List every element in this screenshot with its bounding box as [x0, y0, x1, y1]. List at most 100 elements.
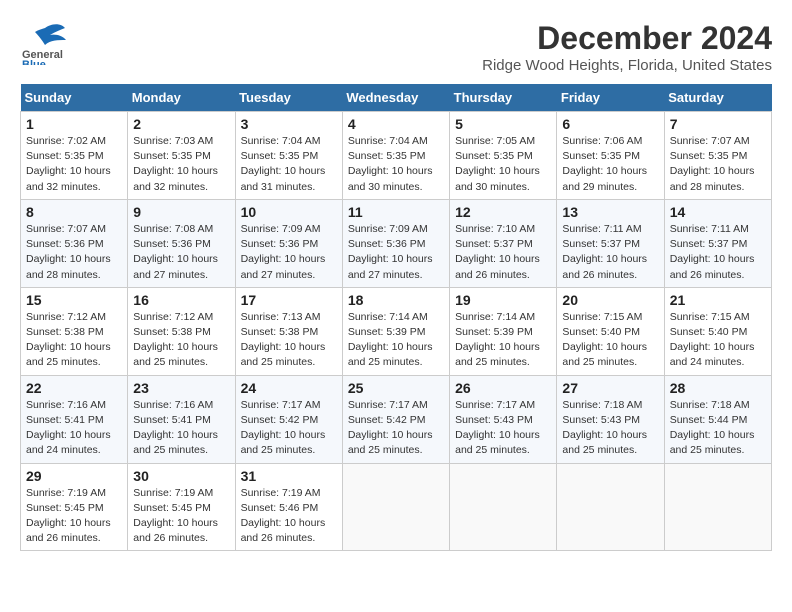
calendar-cell: 24 Sunrise: 7:17 AM Sunset: 5:42 PM Dayli… — [235, 375, 342, 463]
calendar-cell — [450, 463, 557, 551]
calendar-cell: 11 Sunrise: 7:09 AM Sunset: 5:36 PM Dayli… — [342, 199, 449, 287]
day-info: Sunrise: 7:17 AM Sunset: 5:42 PM Dayligh… — [348, 398, 444, 459]
location-subtitle: Ridge Wood Heights, Florida, United Stat… — [482, 57, 772, 74]
calendar-week-row: 1 Sunrise: 7:02 AM Sunset: 5:35 PM Daylig… — [21, 112, 772, 200]
calendar-cell: 2 Sunrise: 7:03 AM Sunset: 5:35 PM Daylig… — [128, 112, 235, 200]
calendar-week-row: 15 Sunrise: 7:12 AM Sunset: 5:38 PM Dayli… — [21, 287, 772, 375]
day-number: 20 — [562, 292, 658, 308]
day-info: Sunrise: 7:09 AM Sunset: 5:36 PM Dayligh… — [241, 222, 337, 283]
calendar-cell: 17 Sunrise: 7:13 AM Sunset: 5:38 PM Dayli… — [235, 287, 342, 375]
day-info: Sunrise: 7:18 AM Sunset: 5:44 PM Dayligh… — [670, 398, 766, 459]
day-number: 24 — [241, 380, 337, 396]
calendar-cell: 30 Sunrise: 7:19 AM Sunset: 5:45 PM Dayli… — [128, 463, 235, 551]
day-info: Sunrise: 7:09 AM Sunset: 5:36 PM Dayligh… — [348, 222, 444, 283]
calendar-cell: 5Sunrise: 7:05 AM Sunset: 5:35 PM Daylig… — [450, 112, 557, 200]
day-number: 4 — [348, 116, 444, 132]
calendar-cell — [557, 463, 664, 551]
day-info: Sunrise: 7:13 AM Sunset: 5:38 PM Dayligh… — [241, 310, 337, 371]
title-section: December 2024 Ridge Wood Heights, Florid… — [482, 20, 772, 74]
day-number: 16 — [133, 292, 229, 308]
calendar-cell: 3Sunrise: 7:04 AM Sunset: 5:35 PM Daylig… — [235, 112, 342, 200]
calendar-cell: 26Sunrise: 7:17 AM Sunset: 5:43 PM Dayli… — [450, 375, 557, 463]
day-info: Sunrise: 7:11 AM Sunset: 5:37 PM Dayligh… — [670, 222, 766, 283]
day-info: Sunrise: 7:04 AM Sunset: 5:35 PM Dayligh… — [348, 134, 444, 195]
day-info: Sunrise: 7:07 AM Sunset: 5:36 PM Dayligh… — [26, 222, 122, 283]
day-number: 29 — [26, 468, 122, 484]
calendar-cell: 25 Sunrise: 7:17 AM Sunset: 5:42 PM Dayli… — [342, 375, 449, 463]
day-info: Sunrise: 7:08 AM Sunset: 5:36 PM Dayligh… — [133, 222, 229, 283]
calendar-cell — [664, 463, 771, 551]
weekday-header-tuesday: Tuesday — [235, 84, 342, 112]
day-number: 1 — [26, 116, 122, 132]
day-info: Sunrise: 7:12 AM Sunset: 5:38 PM Dayligh… — [133, 310, 229, 371]
day-number: 27 — [562, 380, 658, 396]
calendar-cell: 13 Sunrise: 7:11 AM Sunset: 5:37 PM Dayli… — [557, 199, 664, 287]
day-info: Sunrise: 7:02 AM Sunset: 5:35 PM Dayligh… — [26, 134, 122, 195]
day-number: 28 — [670, 380, 766, 396]
calendar-cell: 19Sunrise: 7:14 AM Sunset: 5:39 PM Dayli… — [450, 287, 557, 375]
calendar-week-row: 29 Sunrise: 7:19 AM Sunset: 5:45 PM Dayli… — [21, 463, 772, 551]
day-info: Sunrise: 7:04 AM Sunset: 5:35 PM Dayligh… — [241, 134, 337, 195]
day-number: 11 — [348, 204, 444, 220]
day-info: Sunrise: 7:10 AM Sunset: 5:37 PM Dayligh… — [455, 222, 551, 283]
day-number: 7 — [670, 116, 766, 132]
day-info: Sunrise: 7:11 AM Sunset: 5:37 PM Dayligh… — [562, 222, 658, 283]
calendar-cell: 8 Sunrise: 7:07 AM Sunset: 5:36 PM Daylig… — [21, 199, 128, 287]
day-number: 6 — [562, 116, 658, 132]
calendar-cell: 12 Sunrise: 7:10 AM Sunset: 5:37 PM Dayli… — [450, 199, 557, 287]
day-info: Sunrise: 7:06 AM Sunset: 5:35 PM Dayligh… — [562, 134, 658, 195]
day-info: Sunrise: 7:19 AM Sunset: 5:45 PM Dayligh… — [133, 486, 229, 547]
logo: General Blue — [20, 20, 70, 70]
day-number: 15 — [26, 292, 122, 308]
day-info: Sunrise: 7:15 AM Sunset: 5:40 PM Dayligh… — [562, 310, 658, 371]
day-info: Sunrise: 7:15 AM Sunset: 5:40 PM Dayligh… — [670, 310, 766, 371]
calendar-cell: 14 Sunrise: 7:11 AM Sunset: 5:37 PM Dayli… — [664, 199, 771, 287]
day-number: 17 — [241, 292, 337, 308]
day-number: 2 — [133, 116, 229, 132]
day-number: 25 — [348, 380, 444, 396]
day-info: Sunrise: 7:14 AM Sunset: 5:39 PM Dayligh… — [348, 310, 444, 371]
day-number: 31 — [241, 468, 337, 484]
calendar-cell: 6 Sunrise: 7:06 AM Sunset: 5:35 PM Daylig… — [557, 112, 664, 200]
weekday-header-monday: Monday — [128, 84, 235, 112]
calendar-table: SundayMondayTuesdayWednesdayThursdayFrid… — [20, 84, 772, 551]
svg-text:Blue: Blue — [22, 59, 46, 65]
calendar-cell: 23 Sunrise: 7:16 AM Sunset: 5:41 PM Dayli… — [128, 375, 235, 463]
day-info: Sunrise: 7:17 AM Sunset: 5:42 PM Dayligh… — [241, 398, 337, 459]
day-number: 18 — [348, 292, 444, 308]
calendar-cell — [342, 463, 449, 551]
day-number: 14 — [670, 204, 766, 220]
day-number: 8 — [26, 204, 122, 220]
page-header: General Blue December 2024 Ridge Wood He… — [20, 20, 772, 74]
day-number: 22 — [26, 380, 122, 396]
calendar-cell: 16 Sunrise: 7:12 AM Sunset: 5:38 PM Dayli… — [128, 287, 235, 375]
calendar-week-row: 22 Sunrise: 7:16 AM Sunset: 5:41 PM Dayli… — [21, 375, 772, 463]
calendar-cell: 9 Sunrise: 7:08 AM Sunset: 5:36 PM Daylig… — [128, 199, 235, 287]
day-info: Sunrise: 7:16 AM Sunset: 5:41 PM Dayligh… — [133, 398, 229, 459]
weekday-header-saturday: Saturday — [664, 84, 771, 112]
calendar-cell: 22 Sunrise: 7:16 AM Sunset: 5:41 PM Dayli… — [21, 375, 128, 463]
day-info: Sunrise: 7:12 AM Sunset: 5:38 PM Dayligh… — [26, 310, 122, 371]
calendar-cell: 28 Sunrise: 7:18 AM Sunset: 5:44 PM Dayli… — [664, 375, 771, 463]
day-info: Sunrise: 7:18 AM Sunset: 5:43 PM Dayligh… — [562, 398, 658, 459]
day-info: Sunrise: 7:19 AM Sunset: 5:46 PM Dayligh… — [241, 486, 337, 547]
calendar-cell: 15 Sunrise: 7:12 AM Sunset: 5:38 PM Dayli… — [21, 287, 128, 375]
calendar-week-row: 8 Sunrise: 7:07 AM Sunset: 5:36 PM Daylig… — [21, 199, 772, 287]
day-number: 13 — [562, 204, 658, 220]
day-info: Sunrise: 7:03 AM Sunset: 5:35 PM Dayligh… — [133, 134, 229, 195]
logo-icon: General Blue — [20, 20, 70, 65]
calendar-cell: 7 Sunrise: 7:07 AM Sunset: 5:35 PM Daylig… — [664, 112, 771, 200]
day-info: Sunrise: 7:05 AM Sunset: 5:35 PM Dayligh… — [455, 134, 551, 195]
day-number: 30 — [133, 468, 229, 484]
day-info: Sunrise: 7:07 AM Sunset: 5:35 PM Dayligh… — [670, 134, 766, 195]
calendar-cell: 4 Sunrise: 7:04 AM Sunset: 5:35 PM Daylig… — [342, 112, 449, 200]
weekday-header-wednesday: Wednesday — [342, 84, 449, 112]
calendar-cell: 18 Sunrise: 7:14 AM Sunset: 5:39 PM Dayli… — [342, 287, 449, 375]
day-number: 12 — [455, 204, 551, 220]
day-info: Sunrise: 7:16 AM Sunset: 5:41 PM Dayligh… — [26, 398, 122, 459]
day-number: 23 — [133, 380, 229, 396]
day-number: 10 — [241, 204, 337, 220]
calendar-cell: 29Sunrise: 7:19 AM Sunset: 5:45 PM Dayli… — [21, 463, 128, 551]
day-number: 9 — [133, 204, 229, 220]
calendar-cell: 1 Sunrise: 7:02 AM Sunset: 5:35 PM Daylig… — [21, 112, 128, 200]
